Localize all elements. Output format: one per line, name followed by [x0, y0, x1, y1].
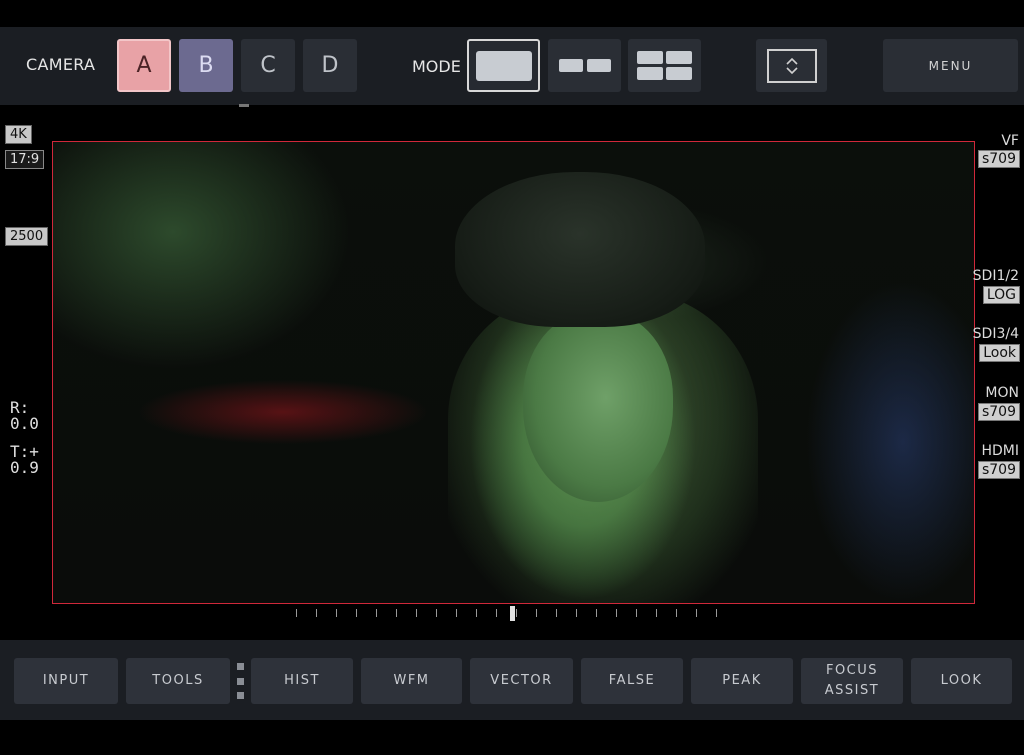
scrub-tick: [636, 609, 637, 617]
scrub-handle[interactable]: [510, 606, 515, 621]
scrub-bar[interactable]: [296, 606, 730, 621]
scrub-tick: [436, 609, 437, 617]
scrub-tick: [576, 609, 577, 617]
output-sdi12-value: LOG: [982, 286, 1020, 304]
scrub-tick: [316, 609, 317, 617]
single-view-icon: [475, 50, 532, 81]
output-vf-value: s709: [977, 150, 1020, 168]
false-color-button[interactable]: FALSE: [581, 658, 683, 704]
scrub-tick: [456, 609, 457, 617]
dual-view-icon: [558, 59, 611, 72]
output-mon-value: s709: [977, 403, 1020, 421]
scrub-tick: [376, 609, 377, 617]
camera-b-button[interactable]: B: [179, 39, 233, 92]
scrub-tick: [556, 609, 557, 617]
output-hdmi-value: s709: [977, 461, 1020, 479]
expand-collapse-icon: [766, 48, 817, 83]
subject-face: [523, 312, 673, 502]
scrub-tick: [696, 609, 697, 617]
scrub-tick: [716, 609, 717, 617]
output-sdi34-value: Look: [979, 344, 1020, 362]
scrub-tick: [676, 609, 677, 617]
mode-single-button[interactable]: [467, 39, 540, 92]
camera-viewport[interactable]: [52, 141, 975, 604]
output-hdmi-label: HDMI: [981, 443, 1019, 459]
vector-button[interactable]: VECTOR: [470, 658, 573, 704]
camera-label: CAMERA: [26, 55, 96, 74]
fit-toggle-button[interactable]: [756, 39, 827, 92]
r-value: 0.0: [10, 414, 39, 433]
scrub-tick: [416, 609, 417, 617]
scrub-tick: [536, 609, 537, 617]
tools-button[interactable]: TOOLS: [126, 658, 230, 704]
scrub-tick: [476, 609, 477, 617]
output-vf-label: VF: [1001, 133, 1019, 149]
more-options-icon[interactable]: [503, 31, 521, 46]
output-sdi12-label: SDI1/2: [972, 268, 1019, 284]
menu-button[interactable]: MENU: [883, 39, 1018, 92]
hist-button[interactable]: HIST: [251, 658, 353, 704]
scrub-tick: [616, 609, 617, 617]
chevron-updown-icon: [785, 57, 798, 74]
scrub-tick: [496, 609, 497, 617]
camera-a-button[interactable]: A: [117, 39, 171, 92]
scrub-tick: [656, 609, 657, 617]
output-mon-label: MON: [985, 385, 1019, 401]
iso-badge: 2500: [5, 227, 49, 246]
focus-assist-button[interactable]: FOCUS ASSIST: [801, 658, 903, 704]
top-indicator: [239, 104, 249, 107]
input-button[interactable]: INPUT: [14, 658, 118, 704]
scrub-tick: [396, 609, 397, 617]
quad-view-icon: [637, 51, 692, 80]
subject-hat: [455, 172, 705, 327]
toolbar-separator: [237, 663, 244, 699]
camera-c-button[interactable]: C: [241, 39, 295, 92]
mode-quad-button[interactable]: [628, 39, 701, 92]
scrub-tick: [596, 609, 597, 617]
t-value: 0.9: [10, 458, 39, 477]
mode-label: MODE: [412, 57, 461, 76]
scrub-tick: [356, 609, 357, 617]
resolution-badge: 4K: [5, 125, 32, 144]
scrub-tick: [336, 609, 337, 617]
mode-dual-button[interactable]: [548, 39, 621, 92]
scrub-tick: [516, 609, 517, 617]
peak-button[interactable]: PEAK: [691, 658, 793, 704]
scrub-tick: [296, 609, 297, 617]
camera-d-button[interactable]: D: [303, 39, 357, 92]
look-button[interactable]: LOOK: [911, 658, 1012, 704]
output-sdi34-label: SDI3/4: [972, 326, 1019, 342]
aspect-badge: 17:9: [5, 150, 45, 169]
wfm-button[interactable]: WFM: [361, 658, 462, 704]
